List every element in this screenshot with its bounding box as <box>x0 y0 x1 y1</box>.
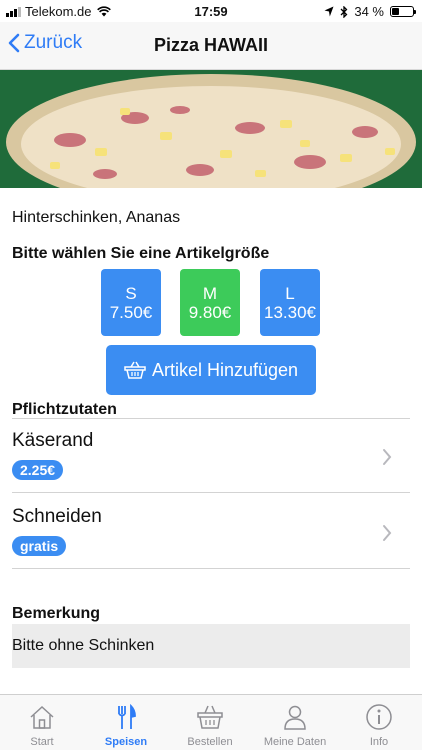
battery-fill <box>392 8 399 15</box>
tab-label: Speisen <box>104 736 148 748</box>
divider <box>12 492 410 493</box>
divider <box>12 568 410 569</box>
remark-section-title: Bemerkung <box>12 605 101 622</box>
bluetooth-icon <box>340 5 348 18</box>
product-description: Hinterschinken, Ananas <box>12 209 181 226</box>
size-button-s[interactable]: S 7.50€ <box>101 269 161 336</box>
tab-meine-daten[interactable]: Meine Daten <box>253 695 337 750</box>
status-bar: Telekom.de 17:59 34 % <box>0 0 422 22</box>
page-title: Pizza HAWAII <box>153 35 269 55</box>
status-right: 34 % <box>324 4 416 19</box>
option-label: Schneiden <box>12 506 102 527</box>
chevron-right-icon <box>383 525 392 541</box>
price-badge: gratis <box>12 536 67 556</box>
add-to-basket-button[interactable]: Artikel Hinzufügen <box>106 345 316 395</box>
pizza-image <box>0 70 422 188</box>
tab-speisen[interactable]: Speisen <box>84 695 168 750</box>
battery-icon <box>390 6 416 17</box>
tab-label: Bestellen <box>187 736 233 748</box>
divider <box>12 418 410 419</box>
size-label: L <box>285 284 295 303</box>
size-price: 9.80€ <box>188 303 232 322</box>
battery-percent: 34 % <box>354 4 384 19</box>
option-row-kaeserand[interactable]: Käserand 2.25€ <box>0 420 422 494</box>
tab-start[interactable]: Start <box>0 695 84 750</box>
option-label: Käserand <box>12 430 94 451</box>
cutlery-icon <box>118 703 136 729</box>
size-price: 7.50€ <box>109 303 153 322</box>
size-button-l[interactable]: L 13.30€ <box>260 269 320 336</box>
tab-label: Info <box>369 736 389 748</box>
tab-label: Start <box>30 736 54 748</box>
required-section-title: Pflichtzutaten <box>12 401 117 418</box>
info-icon <box>366 704 392 730</box>
tab-bestellen[interactable]: Bestellen <box>168 695 252 750</box>
size-button-m[interactable]: M 9.80€ <box>180 269 240 336</box>
size-label: S <box>125 284 137 303</box>
tab-info[interactable]: Info <box>337 695 421 750</box>
size-heading: Bitte wählen Sie eine Artikelgröße <box>12 245 270 262</box>
chevron-right-icon <box>383 449 392 465</box>
option-row-schneiden[interactable]: Schneiden gratis <box>0 496 422 570</box>
size-price: 13.30€ <box>264 303 316 322</box>
basket-icon <box>124 361 146 379</box>
size-label: M <box>202 284 218 303</box>
remark-field[interactable]: Bitte ohne Schinken <box>12 624 410 668</box>
tab-label: Meine Daten <box>263 736 327 748</box>
location-arrow-icon <box>324 6 334 17</box>
add-button-label: Artikel Hinzufügen <box>151 359 299 380</box>
navigation-bar: Zurück Pizza HAWAII <box>0 22 422 70</box>
basket-icon <box>197 705 223 729</box>
tab-bar: Start Speisen Bestellen Meine Daten Info <box>0 694 422 750</box>
person-icon <box>284 705 306 730</box>
price-badge: 2.25€ <box>12 460 64 480</box>
home-icon <box>30 705 54 729</box>
remark-value: Bitte ohne Schinken <box>12 637 155 654</box>
pizza-illustration <box>0 70 422 188</box>
